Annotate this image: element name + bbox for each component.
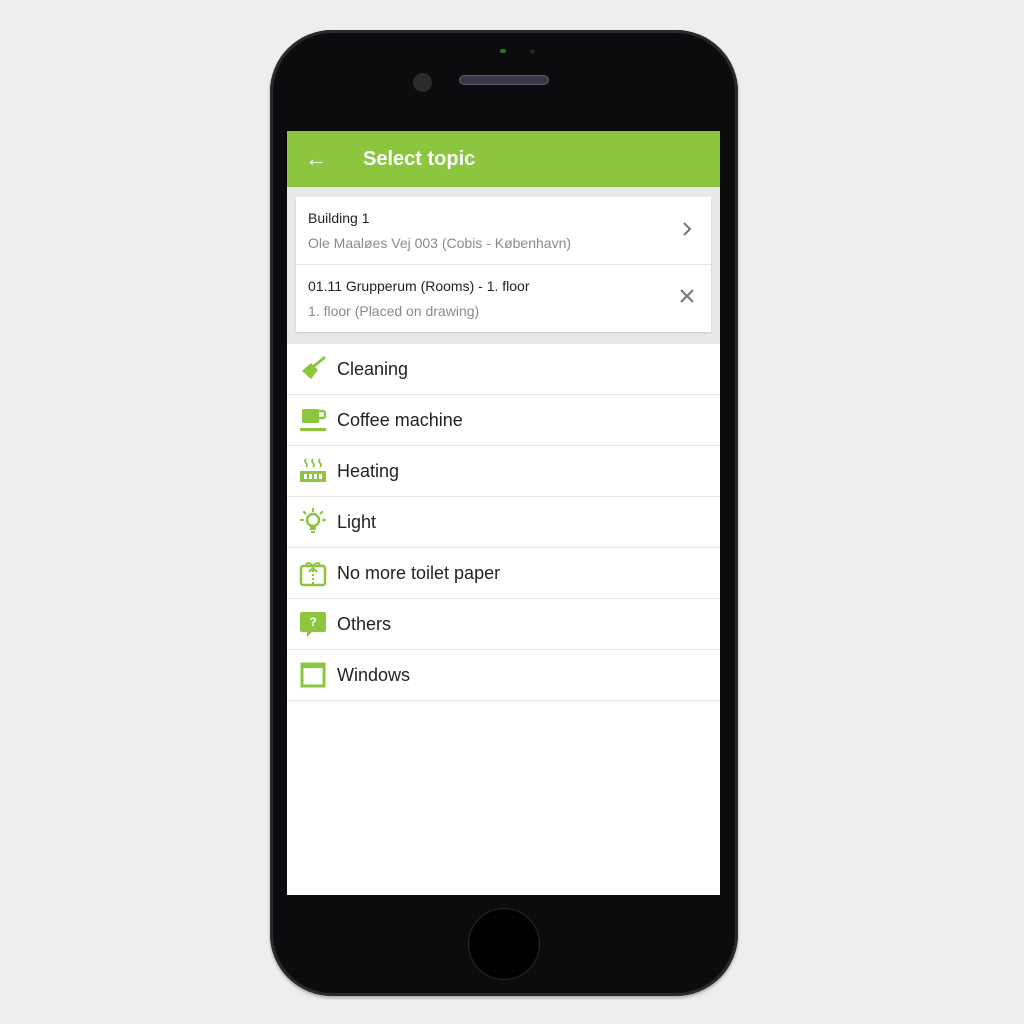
close-icon[interactable] xyxy=(675,287,699,310)
topic-item-no-more-toilet-paper[interactable]: No more toilet paper xyxy=(287,548,720,599)
context-panel: Building 1 Ole Maaløes Vej 003 (Cobis - … xyxy=(287,187,720,344)
building-subtitle: Ole Maaløes Vej 003 (Cobis - København) xyxy=(308,235,572,251)
location-row[interactable]: 01.11 Grupperum (Rooms) - 1. floor 1. fl… xyxy=(296,264,711,332)
topic-item-cleaning[interactable]: Cleaning xyxy=(287,344,720,395)
topic-label: Light xyxy=(337,511,377,532)
gift-box-icon xyxy=(299,559,327,587)
topic-list: Cleaning Coffee machine Heating Light No… xyxy=(287,344,720,701)
topic-item-coffee-machine[interactable]: Coffee machine xyxy=(287,395,720,446)
topic-item-windows[interactable]: Windows xyxy=(287,650,720,701)
topic-label: Cleaning xyxy=(337,358,409,379)
topic-label: Windows xyxy=(337,664,411,685)
arrow-left-icon[interactable]: ← xyxy=(305,148,327,170)
context-card: Building 1 Ole Maaløes Vej 003 (Cobis - … xyxy=(296,197,711,332)
broom-icon xyxy=(299,355,327,383)
page-title: Select topic xyxy=(363,147,476,170)
topic-label: No more toilet paper xyxy=(337,562,501,583)
building-row[interactable]: Building 1 Ole Maaløes Vej 003 (Cobis - … xyxy=(296,197,711,264)
chevron-right-icon[interactable] xyxy=(675,219,699,242)
proximity-sensor xyxy=(500,49,506,53)
lightbulb-icon xyxy=(299,508,327,536)
window-icon xyxy=(299,661,327,689)
svg-text:?: ? xyxy=(309,615,316,629)
topic-item-light[interactable]: Light xyxy=(287,497,720,548)
topic-item-heating[interactable]: Heating xyxy=(287,446,720,497)
topic-label: Coffee machine xyxy=(337,409,463,430)
front-camera xyxy=(413,73,432,92)
location-title: 01.11 Grupperum (Rooms) - 1. floor xyxy=(308,278,530,294)
location-subtitle: 1. floor (Placed on drawing) xyxy=(308,303,480,319)
home-button[interactable] xyxy=(469,909,539,979)
earpiece-speaker xyxy=(459,75,549,85)
topic-label: Others xyxy=(337,613,392,634)
building-title: Building 1 xyxy=(308,210,370,226)
question-bubble-icon: ? xyxy=(299,610,327,638)
radiator-icon xyxy=(299,457,327,485)
app-screen: ← Select topic Building 1 Ole Maaløes Ve… xyxy=(287,131,720,895)
topic-label: Heating xyxy=(337,460,400,481)
coffee-cup-icon xyxy=(299,406,327,434)
app-bar: ← Select topic xyxy=(287,131,720,187)
light-sensor xyxy=(530,49,535,54)
topic-item-others[interactable]: ? Others xyxy=(287,599,720,650)
